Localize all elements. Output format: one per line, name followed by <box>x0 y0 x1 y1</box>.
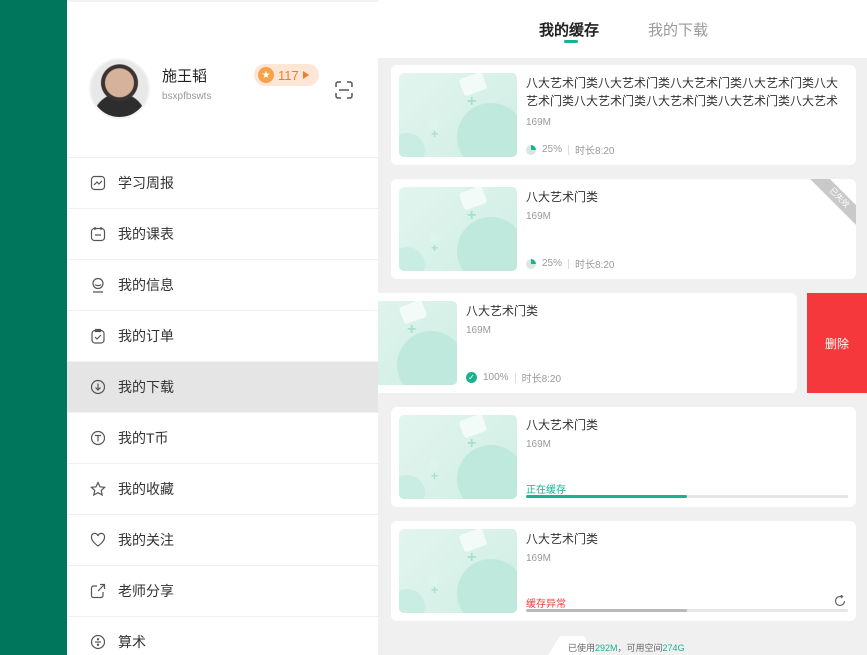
progress-pie-icon <box>526 258 536 269</box>
calculator-icon <box>90 634 106 650</box>
meta-divider <box>568 144 570 155</box>
sidebar-item-arithmetic[interactable]: 算术 <box>67 616 378 655</box>
item-progress: 25% <box>542 258 563 269</box>
sidebar-item-label: 我的关注 <box>118 532 174 548</box>
chart-icon <box>90 175 106 191</box>
sidebar-item-label: 学习周报 <box>118 175 174 191</box>
item-duration: 时长8:20 <box>575 146 615 157</box>
sidebar-item-downloads[interactable]: 我的下载 <box>67 361 378 412</box>
item-size: 169M <box>526 553 552 564</box>
sidebar-item-teacher-share[interactable]: 老师分享 <box>67 565 378 616</box>
sidebar-item-info[interactable]: 我的信息 <box>67 259 378 310</box>
item-size: 169M <box>526 211 552 222</box>
item-title: 八大艺术门类八大艺术门类八大艺术门类八大艺术门类八大艺术门类八大艺术门类八大艺术… <box>526 76 839 108</box>
calendar-icon <box>90 226 106 242</box>
meta-divider <box>514 372 516 383</box>
cache-item-card[interactable]: + + 八大艺术门类 169M 25% 时长8:20 已失效 <box>391 179 856 279</box>
arrow-right-icon <box>302 71 309 79</box>
caching-progress-bar <box>526 495 848 498</box>
caching-status: 正在缓存 <box>526 485 566 496</box>
sidebar: 施王韬 bsxpfbswts ★ 117 学习周报 我的课表 我的信息 我的订单… <box>67 0 378 655</box>
coin-badge[interactable]: ★ 117 <box>254 64 319 86</box>
course-thumbnail: ++ <box>399 187 517 271</box>
coin-count: 117 <box>278 67 299 83</box>
tab-active-indicator <box>564 40 578 43</box>
download-icon <box>90 379 106 395</box>
heart-icon <box>90 532 106 548</box>
course-thumbnail: ++ <box>378 301 457 385</box>
star-icon <box>90 481 106 497</box>
sidebar-item-weekly-report[interactable]: 学习周报 <box>67 157 378 208</box>
sidebar-item-favorites[interactable]: 我的收藏 <box>67 463 378 514</box>
storage-summary: 已使用292M，可用空间274G <box>568 641 685 654</box>
sidebar-item-label: 我的收藏 <box>118 481 174 497</box>
clipboard-icon <box>90 328 106 344</box>
caching-progress-fill <box>526 495 687 498</box>
sidebar-item-label: 我的信息 <box>118 277 174 293</box>
tab-my-cache[interactable]: 我的缓存 <box>539 19 599 40</box>
item-title: 八大艺术门类 <box>466 304 539 318</box>
course-thumbnail: ++ <box>399 529 517 613</box>
storage-used-label: 已使用 <box>568 643 596 653</box>
content-area: 我的缓存 我的下载 + + 八大艺术门类八大艺术门类八大艺术门类八大艺术门类八大艺… <box>378 0 867 655</box>
storage-used-value: 292M <box>595 643 618 653</box>
cache-item-card[interactable]: + + 八大艺术门类 169M 正在缓存 <box>391 407 856 507</box>
item-size: 169M <box>526 117 552 128</box>
meta-divider <box>568 258 570 269</box>
sidebar-item-schedule[interactable]: 我的课表 <box>67 208 378 259</box>
sidebar-item-following[interactable]: 我的关注 <box>67 514 378 565</box>
sidebar-top-divider <box>67 0 378 2</box>
coin-icon <box>90 430 106 446</box>
sidebar-item-label: 老师分享 <box>118 583 174 599</box>
item-title: 八大艺术门类 <box>526 532 599 546</box>
storage-free-label: ，可用空间 <box>617 643 663 653</box>
item-duration: 时长8:20 <box>521 374 562 385</box>
profile-icon <box>90 277 106 293</box>
crown-icon: ★ <box>258 67 274 83</box>
item-size: 169M <box>526 439 552 450</box>
avatar[interactable] <box>89 58 150 119</box>
sidebar-item-label: 我的订单 <box>118 328 174 344</box>
item-progress: 25% <box>542 144 563 155</box>
sidebar-menu: 学习周报 我的课表 我的信息 我的订单 我的下载 我的T币 我的收藏 我的关注 … <box>67 157 378 655</box>
item-title: 八大艺术门类 <box>526 190 599 204</box>
item-size: 169M <box>466 325 492 336</box>
tab-my-downloads[interactable]: 我的下载 <box>648 19 708 40</box>
scan-icon[interactable] <box>335 81 353 99</box>
cache-item-card[interactable]: + + 八大艺术门类八大艺术门类八大艺术门类八大艺术门类八大艺术门类八大艺术门类八… <box>391 65 856 165</box>
item-progress: 100% <box>483 372 509 383</box>
user-id: bsxpfbswts <box>162 91 212 102</box>
sidebar-item-label: 我的T币 <box>118 430 169 446</box>
progress-pie-icon <box>526 144 536 155</box>
storage-free-value: 274G <box>662 643 685 653</box>
sidebar-item-label: 我的课表 <box>118 226 174 242</box>
item-meta: ✓ 100% 时长8:20 <box>466 370 561 385</box>
course-thumbnail: ++ <box>399 415 517 499</box>
sidebar-item-label: 我的下载 <box>118 379 174 395</box>
cache-error-status: 缓存异常 <box>526 599 566 610</box>
item-duration: 时长8:20 <box>575 260 615 271</box>
user-name: 施王韬 <box>162 68 208 85</box>
item-meta: 25% 时长8:20 <box>526 256 614 271</box>
sidebar-item-tcoin[interactable]: 我的T币 <box>67 412 378 463</box>
cache-item-card[interactable]: + + 八大艺术门类 169M 缓存异常 <box>391 521 856 621</box>
sidebar-item-label: 算术 <box>118 634 146 650</box>
course-thumbnail: ++ <box>399 73 517 157</box>
check-icon: ✓ <box>466 372 477 383</box>
cache-error-progress-bar <box>526 609 848 612</box>
tab-bar: 我的缓存 我的下载 <box>378 0 867 58</box>
cache-error-progress-fill <box>526 609 687 612</box>
left-rail <box>0 0 67 655</box>
delete-button[interactable]: 删除 <box>807 293 867 393</box>
sidebar-item-orders[interactable]: 我的订单 <box>67 310 378 361</box>
item-meta: 25% 时长8:20 <box>526 142 614 157</box>
cache-item-card-swiped[interactable]: ++ 八大艺术门类 169M ✓ 100% 时长8:20 <box>378 293 797 393</box>
share-icon <box>90 583 106 599</box>
retry-icon[interactable] <box>834 595 846 607</box>
item-title: 八大艺术门类 <box>526 418 599 432</box>
